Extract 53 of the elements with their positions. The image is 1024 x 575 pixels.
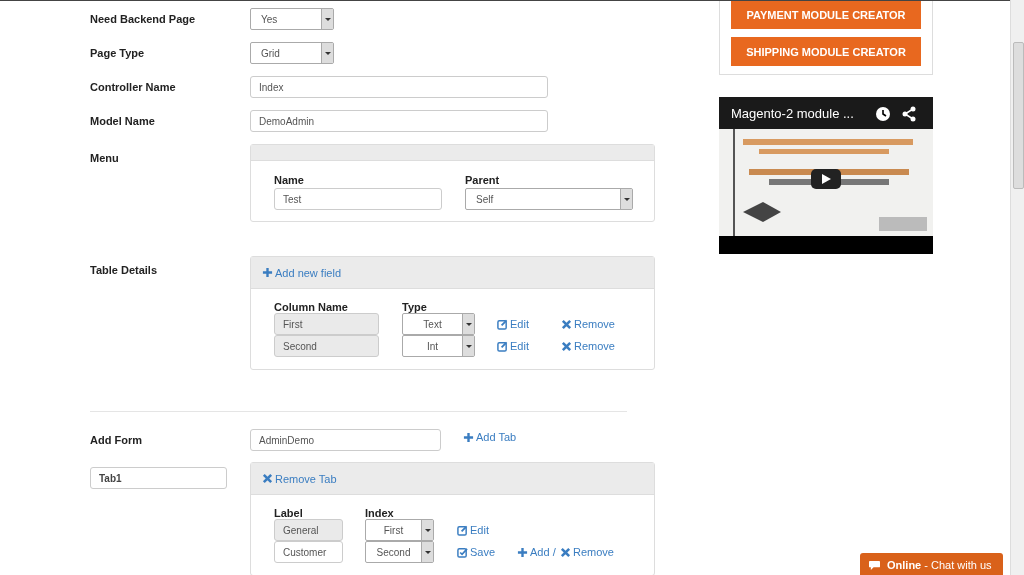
caret-icon <box>324 17 331 21</box>
close-icon <box>561 318 572 330</box>
field-label: Controller Name <box>90 81 177 93</box>
add-field-link[interactable]: Add new field <box>262 266 342 279</box>
video-title[interactable]: Magento-2 module ... <box>731 106 854 121</box>
field-label: Model Name <box>90 115 156 127</box>
dropdown[interactable]: Grid <box>250 42 334 64</box>
share-icon[interactable] <box>901 106 917 122</box>
caret-icon <box>424 528 431 532</box>
plus-icon <box>463 431 474 443</box>
caret-icon <box>424 550 431 554</box>
column-header: Label <box>274 507 304 519</box>
scrollbar[interactable] <box>1010 0 1024 575</box>
plus-icon <box>517 546 528 558</box>
input-field[interactable]: Test <box>274 188 442 210</box>
dropdown[interactable]: Yes <box>250 8 334 30</box>
column-label: Parent <box>465 174 501 186</box>
remove-link[interactable]: Remove <box>560 546 631 558</box>
field-label: Need Backend Page <box>90 13 197 25</box>
plus-icon <box>262 267 273 278</box>
edit-icon <box>457 524 468 536</box>
field-label: Menu <box>90 151 120 164</box>
tab-name-field[interactable]: Tab1 <box>90 467 227 489</box>
add-tab-link[interactable]: Add Tab <box>463 431 517 443</box>
save-link[interactable]: Save <box>457 546 517 558</box>
clock-icon[interactable] <box>875 106 891 122</box>
edit-icon <box>497 318 508 330</box>
column-header: Type <box>402 301 428 313</box>
input-field[interactable]: Index <box>250 76 548 98</box>
edit-icon <box>497 340 508 352</box>
caret-icon <box>465 322 472 326</box>
column-header: Index <box>365 507 395 519</box>
dropdown[interactable]: Second <box>365 541 434 563</box>
field-label: Add Form <box>90 434 143 446</box>
field-label: Page Type <box>90 47 146 59</box>
field-label: Table Details <box>90 263 159 276</box>
dropdown[interactable]: Self <box>465 188 633 210</box>
chat-bubble-icon <box>868 559 881 571</box>
caret-icon <box>324 51 331 55</box>
caret-icon <box>465 344 472 348</box>
add-link[interactable]: Add / <box>517 546 560 558</box>
remove-tab-link[interactable]: Remove Tab <box>262 472 337 485</box>
close-icon <box>561 340 572 352</box>
caret-icon <box>623 197 630 201</box>
check-square-icon <box>457 546 468 558</box>
close-icon <box>560 546 571 558</box>
chat-button[interactable]: Online - Chat with us <box>860 553 1003 575</box>
column-header: Column Name <box>274 301 349 313</box>
input-field[interactable]: AdminDemo <box>250 429 441 451</box>
close-icon <box>262 473 273 484</box>
input-field[interactable]: Customer <box>274 541 343 563</box>
input-field[interactable]: DemoAdmin <box>250 110 548 132</box>
column-label: Name <box>274 174 305 186</box>
